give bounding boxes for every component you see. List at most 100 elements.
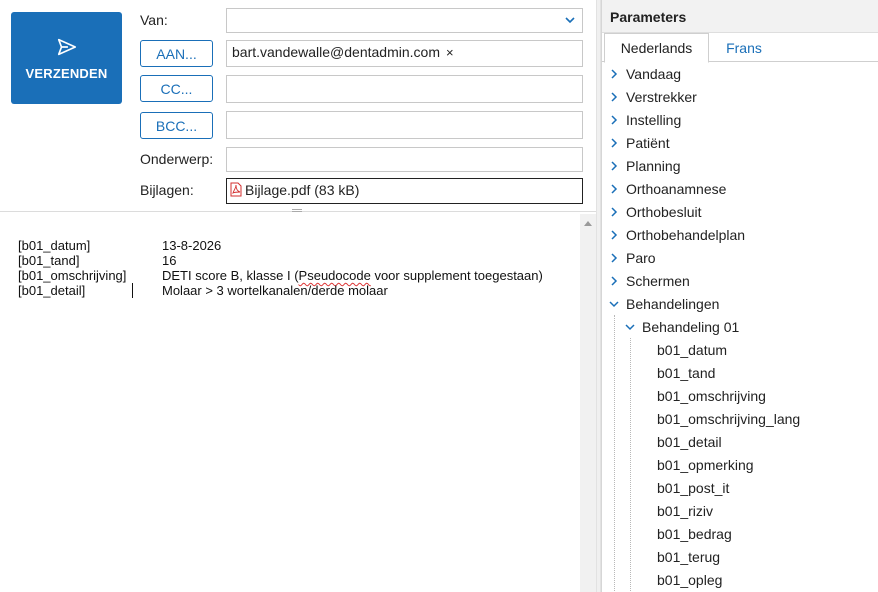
- tree-node-label: Behandeling 01: [642, 318, 740, 335]
- tree-item[interactable]: Vandaag: [609, 62, 681, 85]
- tree-leaf[interactable]: b01_omschrijving_lang: [657, 407, 800, 430]
- tree-leaf[interactable]: b01_opmerking: [657, 453, 754, 476]
- message-body[interactable]: [b01_datum] 13-8-2026 [b01_tand] 16 [b01…: [0, 214, 580, 592]
- tree-node-label: Schermen: [626, 272, 690, 289]
- tab-frans[interactable]: Frans: [709, 33, 779, 62]
- tree-item[interactable]: Schermen: [609, 269, 690, 292]
- send-button[interactable]: VERZENDEN: [11, 12, 122, 104]
- chevron-right-icon[interactable]: [609, 68, 619, 79]
- chevron-right-icon[interactable]: [609, 183, 619, 194]
- aan-field[interactable]: bart.vandewalle@dentadmin.com ×: [226, 40, 583, 67]
- aan-button[interactable]: AAN...: [140, 40, 213, 67]
- tree-leaf[interactable]: b01_post_it: [657, 476, 729, 499]
- tree-item[interactable]: Verstrekker: [609, 85, 697, 108]
- tree-leaf[interactable]: b01_riziv: [657, 499, 713, 522]
- tree-guide-line: [614, 315, 615, 591]
- aan-recipient: bart.vandewalle@dentadmin.com: [232, 44, 440, 60]
- tree-node-label: Orthobehandelplan: [626, 226, 746, 243]
- body-key: [b01_tand]: [18, 253, 80, 268]
- tree-node-label: b01_tand: [657, 364, 716, 381]
- tree-item-behandelingen[interactable]: Behandelingen: [609, 292, 719, 315]
- cc-field[interactable]: [226, 75, 583, 103]
- cc-button[interactable]: CC...: [140, 75, 213, 102]
- tree-node-label: Verstrekker: [626, 88, 697, 105]
- chevron-right-icon[interactable]: [609, 206, 619, 217]
- parameters-title: Parameters: [602, 0, 878, 33]
- chevron-right-icon[interactable]: [609, 229, 619, 240]
- bcc-field[interactable]: [226, 111, 583, 139]
- tree-leaf[interactable]: b01_terug: [657, 545, 720, 568]
- attachment-name: Bijlage.pdf (83 kB): [245, 182, 360, 198]
- onderwerp-field[interactable]: [226, 147, 583, 172]
- tree-node-label: b01_terug: [657, 548, 721, 565]
- body-value-part: DETI score B, klasse I (: [162, 268, 299, 283]
- tree-node-label: b01_datum: [657, 341, 728, 358]
- tree-node-label: Paro: [626, 249, 656, 266]
- text-caret: [132, 283, 133, 298]
- tree-node-label: b01_post_it: [657, 479, 730, 496]
- body-value: Molaar > 3 wortelkanalen/derde molaar: [162, 283, 388, 298]
- tree-node-label: b01_riziv: [657, 502, 714, 519]
- spelling-flag: Pseudocode: [298, 268, 371, 283]
- tree-node-label: b01_omschrijving_lang: [657, 410, 801, 427]
- remove-recipient-icon[interactable]: ×: [446, 45, 454, 60]
- parameter-tree: Vandaag Verstrekker Instelling Patiënt Plann…: [602, 62, 878, 592]
- onderwerp-label: Onderwerp:: [140, 151, 214, 167]
- tree-node-label: b01_omschrijving: [657, 387, 766, 404]
- chevron-right-icon[interactable]: [609, 114, 619, 125]
- attachment-item[interactable]: Bijlage.pdf (83 kB): [226, 178, 583, 204]
- chevron-down-icon: [565, 17, 575, 24]
- email-composer: VERZENDEN Van: AAN... bart.vandewalle@de…: [0, 0, 596, 592]
- van-label: Van:: [140, 12, 168, 28]
- tree-node-label: Orthoanamnese: [626, 180, 727, 197]
- chevron-down-icon[interactable]: [609, 299, 619, 309]
- tree-item[interactable]: Patiënt: [609, 131, 670, 154]
- tab-nederlands[interactable]: Nederlands: [604, 33, 709, 63]
- tree-node-label: Instelling: [626, 111, 682, 128]
- tree-node-label: Orthobesluit: [626, 203, 702, 220]
- tree-node-label: Planning: [626, 157, 681, 174]
- tree-leaf[interactable]: b01_bedrag: [657, 522, 732, 545]
- tree-leaf[interactable]: b01_opleg: [657, 568, 722, 591]
- tree-item[interactable]: Instelling: [609, 108, 681, 131]
- tree-node-label: b01_detail: [657, 433, 722, 450]
- chevron-right-icon[interactable]: [609, 137, 619, 148]
- tree-item[interactable]: Orthobehandelplan: [609, 223, 745, 246]
- send-button-label: VERZENDEN: [25, 65, 108, 81]
- pdf-icon: [230, 182, 242, 197]
- body-key: [b01_detail]: [18, 283, 86, 298]
- chevron-right-icon[interactable]: [609, 160, 619, 171]
- tree-node-label: b01_bedrag: [657, 525, 732, 542]
- body-scrollbar[interactable]: [580, 214, 596, 592]
- body-key: [b01_omschrijving]: [18, 268, 127, 283]
- send-icon: [57, 38, 76, 55]
- body-value: 13-8-2026: [162, 238, 222, 253]
- scroll-up-icon[interactable]: [584, 221, 592, 226]
- van-select[interactable]: [226, 8, 583, 33]
- tree-node-label: b01_opleg: [657, 571, 723, 588]
- tree-leaf[interactable]: b01_omschrijving: [657, 384, 766, 407]
- tree-item[interactable]: Orthoanamnese: [609, 177, 726, 200]
- chevron-right-icon[interactable]: [609, 252, 619, 263]
- body-value: 16: [162, 253, 177, 268]
- chevron-right-icon[interactable]: [609, 275, 619, 286]
- language-tabs: Nederlands Frans: [602, 33, 878, 63]
- tree-node-label: Behandelingen: [626, 295, 720, 312]
- tree-item[interactable]: Orthobesluit: [609, 200, 701, 223]
- tree-leaf[interactable]: b01_tand: [657, 361, 715, 384]
- tree-leaf[interactable]: b01_datum: [657, 338, 727, 361]
- bijlagen-label: Bijlagen:: [140, 182, 194, 198]
- body-key: [b01_datum]: [18, 238, 91, 253]
- bcc-button[interactable]: BCC...: [140, 112, 213, 139]
- tree-leaf[interactable]: b01_detail: [657, 430, 722, 453]
- parameters-panel: Parameters Nederlands Frans Vandaag Verst…: [601, 0, 878, 592]
- chevron-right-icon[interactable]: [609, 91, 619, 102]
- tree-item[interactable]: Planning: [609, 154, 681, 177]
- tree-item[interactable]: Paro: [609, 246, 656, 269]
- body-value: DETI score B, klasse I (Pseudocode voor …: [162, 268, 543, 283]
- tree-node-label: Patiënt: [626, 134, 670, 151]
- tree-guide-line: [630, 338, 631, 591]
- chevron-down-icon[interactable]: [625, 322, 635, 332]
- tree-item-behandeling-01[interactable]: Behandeling 01: [625, 315, 739, 338]
- tree-node-label: b01_opmerking: [657, 456, 754, 473]
